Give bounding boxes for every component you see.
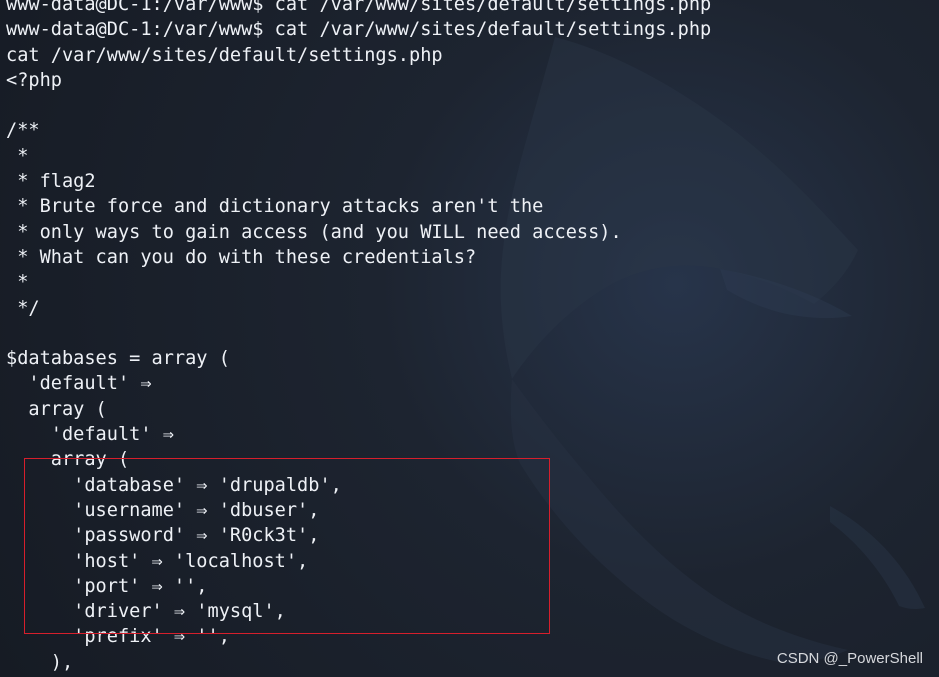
credentials-highlight-box [24,458,550,634]
terminal-line: www-data@DC-1:/var/www$ cat /var/www/sit… [6,0,712,15]
terminal-line: * Brute force and dictionary attacks are… [6,196,544,218]
terminal-line: array ( [6,398,107,420]
terminal-line: cat /var/www/sites/default/settings.php [6,44,443,66]
terminal-line: 'default' ⇒ [6,424,174,446]
terminal-line: * What can you do with these credentials… [6,246,477,268]
terminal-line: /** [6,120,40,142]
terminal-line: <?php [6,69,62,91]
terminal-line: 'default' ⇒ [6,373,152,395]
terminal-line: */ [6,297,40,319]
terminal-line: * flag2 [6,171,96,193]
terminal-line: * [6,272,29,294]
terminal-line: * only ways to gain access (and you WILL… [6,221,622,243]
terminal-line: www-data@DC-1:/var/www$ cat /var/www/sit… [6,19,712,41]
terminal-line: $databases = array ( [6,348,230,370]
terminal-line: * [6,145,29,167]
terminal-window[interactable]: www-data@DC-1:/var/www$ cat /var/www/sit… [0,0,939,677]
csdn-watermark: CSDN @_PowerShell [776,650,923,667]
